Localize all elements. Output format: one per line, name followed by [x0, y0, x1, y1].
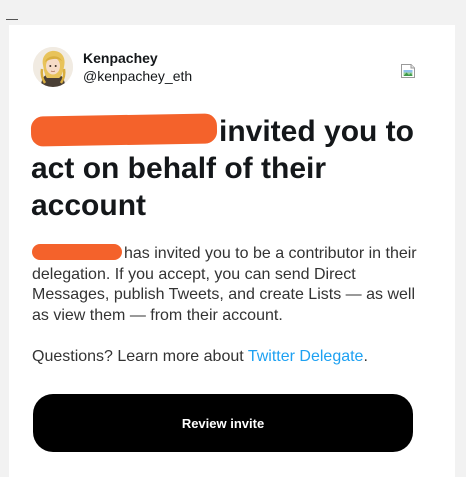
redacted-name-inline — [32, 243, 122, 260]
avatar-illustration — [33, 47, 73, 87]
broken-image-icon — [400, 63, 416, 79]
sender-avatar[interactable] — [33, 47, 73, 87]
email-card: Kenpachey @kenpachey_eth invited you to … — [9, 25, 455, 477]
invite-description: has invited you to be a contributor in t… — [32, 243, 432, 326]
window-edge-mark — [6, 19, 18, 20]
redacted-name — [30, 113, 218, 147]
sender-display-name: Kenpachey — [83, 50, 158, 66]
review-invite-button[interactable]: Review invite — [33, 394, 413, 452]
broken-image-glyph — [401, 64, 415, 78]
help-prefix: Questions? Learn more about — [32, 348, 244, 365]
sender-handle: @kenpachey_eth — [83, 68, 193, 84]
invite-headline: invited you to act on behalf of their ac… — [30, 113, 441, 224]
twitter-delegate-link[interactable]: Twitter Delegate — [248, 348, 364, 365]
sender-profile: Kenpachey @kenpachey_eth — [33, 47, 192, 87]
help-line: Questions? Learn more about Twitter Dele… — [32, 347, 368, 367]
help-suffix: . — [363, 348, 368, 365]
email-viewport: Kenpachey @kenpachey_eth invited you to … — [0, 0, 466, 477]
sender-info: Kenpachey @kenpachey_eth — [83, 49, 192, 85]
